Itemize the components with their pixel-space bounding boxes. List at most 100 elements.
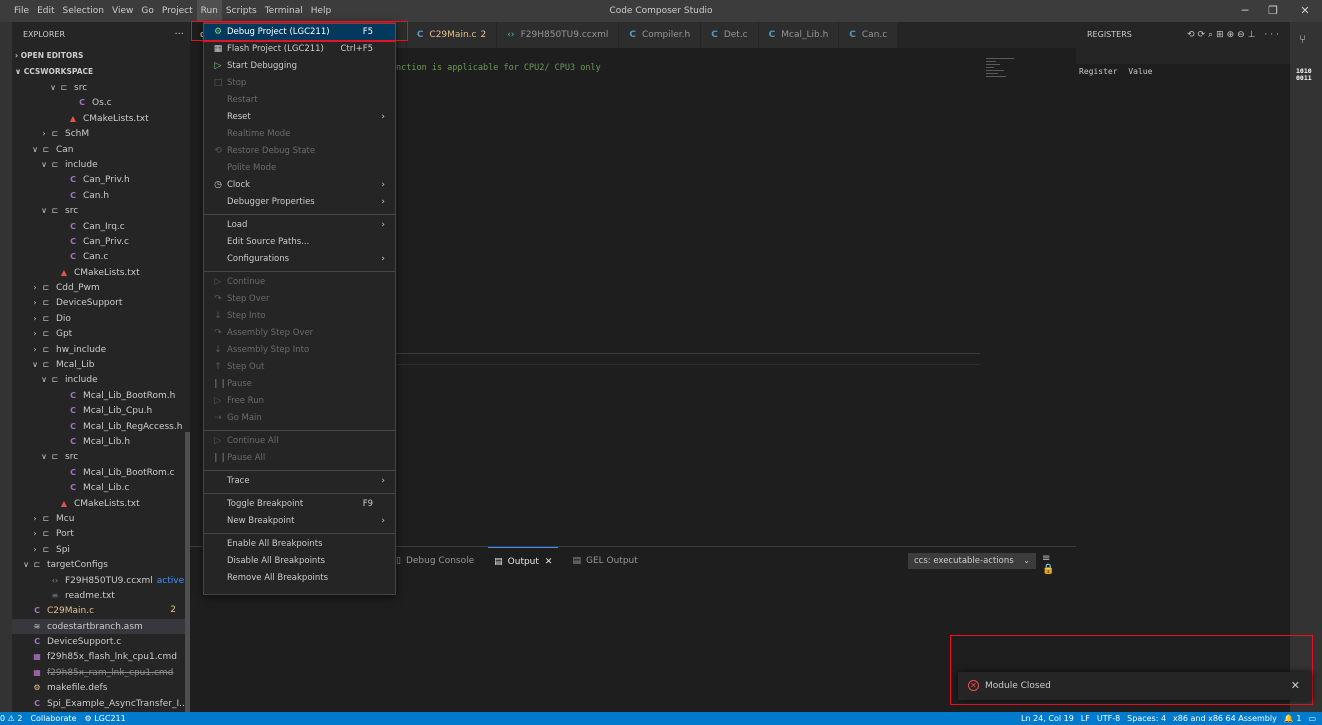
panel-tab-gel-output[interactable]: ▤ GEL Output — [566, 547, 643, 575]
folder-item[interactable]: › ⊏ Mcu — [12, 511, 190, 526]
menu-go[interactable]: Go — [137, 0, 157, 22]
file-item[interactable]: C Mcal_Lib_BootRom.h — [12, 388, 190, 403]
file-item[interactable]: C DeviceSupport.c — [12, 634, 190, 649]
folder-item[interactable]: ∨ ⊏ targetConfigs — [12, 557, 190, 572]
status-right-item[interactable]: UTF-8 — [1097, 714, 1120, 723]
notification-close-button[interactable]: ✕ — [1291, 672, 1300, 700]
menu-selection[interactable]: Selection — [59, 0, 108, 22]
file-item[interactable]: ‹› F29H850TU9.ccxml active — [12, 573, 190, 588]
menu-item-start-debugging[interactable]: ▷ Start Debugging — [204, 58, 395, 75]
panel-tab-debug-console[interactable]: ▯ Debug Console — [390, 547, 480, 575]
status-left-item[interactable]: Collaborate — [30, 714, 76, 723]
menu-item-flash-project-lgc211[interactable]: ▦ Flash Project (LGC211) Ctrl+F5 — [204, 41, 395, 58]
status-right-item[interactable]: x86 and x86 64 Assembly — [1173, 714, 1277, 723]
editor-tab[interactable]: ‹› F29H850TU9.ccxml — [497, 22, 620, 48]
editor-tab[interactable]: C Det.c — [701, 22, 759, 48]
source-control-icon[interactable]: ⑂ — [1299, 32, 1306, 46]
menu-item-debugger-properties[interactable]: Debugger Properties › — [204, 194, 395, 211]
menu-item-load[interactable]: Load › — [204, 217, 395, 234]
file-item[interactable]: ▲ CMakeLists.txt — [12, 265, 190, 280]
menu-item-configurations[interactable]: Configurations › — [204, 251, 395, 268]
menu-item-new-breakpoint[interactable]: New Breakpoint › — [204, 513, 395, 530]
menu-item-disable-all-breakpoints[interactable]: Disable All Breakpoints — [204, 553, 395, 570]
folder-item[interactable]: ∨ ⊏ Mcal_Lib — [12, 357, 190, 372]
file-item[interactable]: C Mcal_Lib.c — [12, 480, 190, 495]
menu-item-remove-all-breakpoints[interactable]: Remove All Breakpoints — [204, 570, 395, 587]
status-right-item[interactable]: ▭ — [1308, 714, 1316, 723]
editor-tab[interactable]: C Mcal_Lib.h — [758, 22, 840, 48]
file-item[interactable]: ▦ f29h85x_ram_lnk_cpu1.cmd — [12, 665, 190, 680]
file-item[interactable]: ▲ CMakeLists.txt — [12, 496, 190, 511]
folder-item[interactable]: › ⊏ hw_include — [12, 342, 190, 357]
file-item[interactable]: C Spi_Example_AsyncTransfer_I... — [12, 696, 190, 711]
menu-item-debug-project-lgc211[interactable]: ⚙ Debug Project (LGC211) F5 — [203, 23, 396, 42]
minimap[interactable] — [986, 58, 1016, 98]
folder-item[interactable]: › ⊏ Spi — [12, 542, 190, 557]
folder-item[interactable]: › ⊏ Port — [12, 526, 190, 541]
menu-item-trace[interactable]: Trace › — [204, 473, 395, 490]
status-left-item[interactable]: 0 ⚠ 2 — [0, 714, 22, 723]
menu-edit[interactable]: Edit — [33, 0, 58, 22]
menu-run[interactable]: Run — [196, 0, 222, 22]
editor-tab[interactable]: C Compiler.h — [619, 22, 702, 48]
open-editors-section[interactable]: › OPEN EDITORS — [12, 48, 190, 64]
menu-view[interactable]: View — [108, 0, 137, 22]
menu-file[interactable]: File — [10, 0, 33, 22]
menu-help[interactable]: Help — [307, 0, 336, 22]
file-item[interactable]: C Can_Priv.c — [12, 234, 190, 249]
file-item[interactable]: C Can_Priv.h — [12, 172, 190, 187]
folder-item[interactable]: › ⊏ Dio — [12, 311, 190, 326]
file-item[interactable]: ⚙ makefile.defs — [12, 680, 190, 695]
file-item[interactable]: C Can.c — [12, 249, 190, 264]
folder-item[interactable]: › ⊏ Gpt — [12, 326, 190, 341]
folder-item[interactable]: ∨ ⊏ src — [12, 449, 190, 464]
file-item[interactable]: C Can_Irq.c — [12, 219, 190, 234]
maximize-button[interactable]: ❐ — [1256, 0, 1290, 22]
file-item[interactable]: C Mcal_Lib.h — [12, 434, 190, 449]
panel-tab-output[interactable]: ▤ Output ✕ — [488, 547, 559, 575]
folder-item[interactable]: ∨ ⊏ src — [12, 80, 190, 95]
file-item[interactable]: ≡ readme.txt — [12, 588, 190, 603]
menu-item-edit-source-paths[interactable]: Edit Source Paths... — [204, 234, 395, 251]
file-item[interactable]: C Os.c — [12, 95, 190, 110]
registers-toolbar-icons[interactable]: ⟲⟳⌕⊞⊕⊖⊥ ··· — [1187, 22, 1282, 48]
menu-item-toggle-breakpoint[interactable]: Toggle Breakpoint F9 — [204, 496, 395, 513]
folder-item[interactable]: › ⊏ DeviceSupport — [12, 295, 190, 310]
menu-terminal[interactable]: Terminal — [261, 0, 307, 22]
file-item[interactable]: ▲ CMakeLists.txt — [12, 111, 190, 126]
menu-item-clock[interactable]: ◷ Clock › — [204, 177, 395, 194]
menu-item-label: Toggle Breakpoint — [227, 499, 304, 509]
status-left-item[interactable]: ⚙ LGC211 — [85, 714, 126, 723]
close-icon[interactable]: ✕ — [545, 557, 553, 567]
status-right-item[interactable]: Spaces: 4 — [1127, 714, 1166, 723]
folder-item[interactable]: ∨ ⊏ src — [12, 203, 190, 218]
file-item[interactable]: ▦ f29h85x_flash_lnk_cpu1.cmd — [12, 649, 190, 664]
folder-item[interactable]: › ⊏ SchM — [12, 126, 190, 141]
workspace-section[interactable]: ∨ CCSWORKSPACE — [12, 64, 190, 80]
menu-scripts[interactable]: Scripts — [222, 0, 261, 22]
status-right-item[interactable]: Ln 24, Col 19 — [1021, 714, 1074, 723]
menu-item-enable-all-breakpoints[interactable]: Enable All Breakpoints — [204, 536, 395, 553]
folder-item[interactable]: ∨ ⊏ include — [12, 157, 190, 172]
memory-view-icon[interactable]: 1010 0011 — [1296, 68, 1312, 82]
editor-tab[interactable]: C C29Main.c 2 — [406, 22, 498, 48]
file-item[interactable]: C C29Main.c 2 — [12, 603, 190, 618]
editor-tab[interactable]: C Can.c — [839, 22, 899, 48]
folder-item[interactable]: ∨ ⊏ include — [12, 372, 190, 387]
output-channel-select[interactable]: ccs: executable-actions ⌄ — [908, 553, 1036, 569]
file-item[interactable]: ≋ codestartbranch.asm — [12, 618, 190, 635]
status-right-item[interactable]: 🔔 1 — [1284, 714, 1302, 723]
file-item[interactable]: C Can.h — [12, 188, 190, 203]
file-item[interactable]: C Mcal_Lib_RegAccess.h — [12, 419, 190, 434]
file-item[interactable]: C Mcal_Lib_BootRom.c — [12, 465, 190, 480]
menu-item-reset[interactable]: Reset › — [204, 109, 395, 126]
folder-item[interactable]: › ⊏ Cdd_Pwm — [12, 280, 190, 295]
close-window-button[interactable]: ✕ — [1288, 0, 1322, 22]
panel-action-icons[interactable]: ≡ 🔒 — [1042, 553, 1076, 575]
explorer-more-icon[interactable]: ··· — [174, 22, 184, 48]
menu-project[interactable]: Project — [158, 0, 197, 22]
folder-item[interactable]: ∨ ⊏ Can — [12, 142, 190, 157]
file-item[interactable]: C Mcal_Lib_Cpu.h — [12, 403, 190, 418]
status-right-item[interactable]: LF — [1081, 714, 1090, 723]
menu-item-continue-all: ▷ Continue All — [204, 433, 395, 450]
